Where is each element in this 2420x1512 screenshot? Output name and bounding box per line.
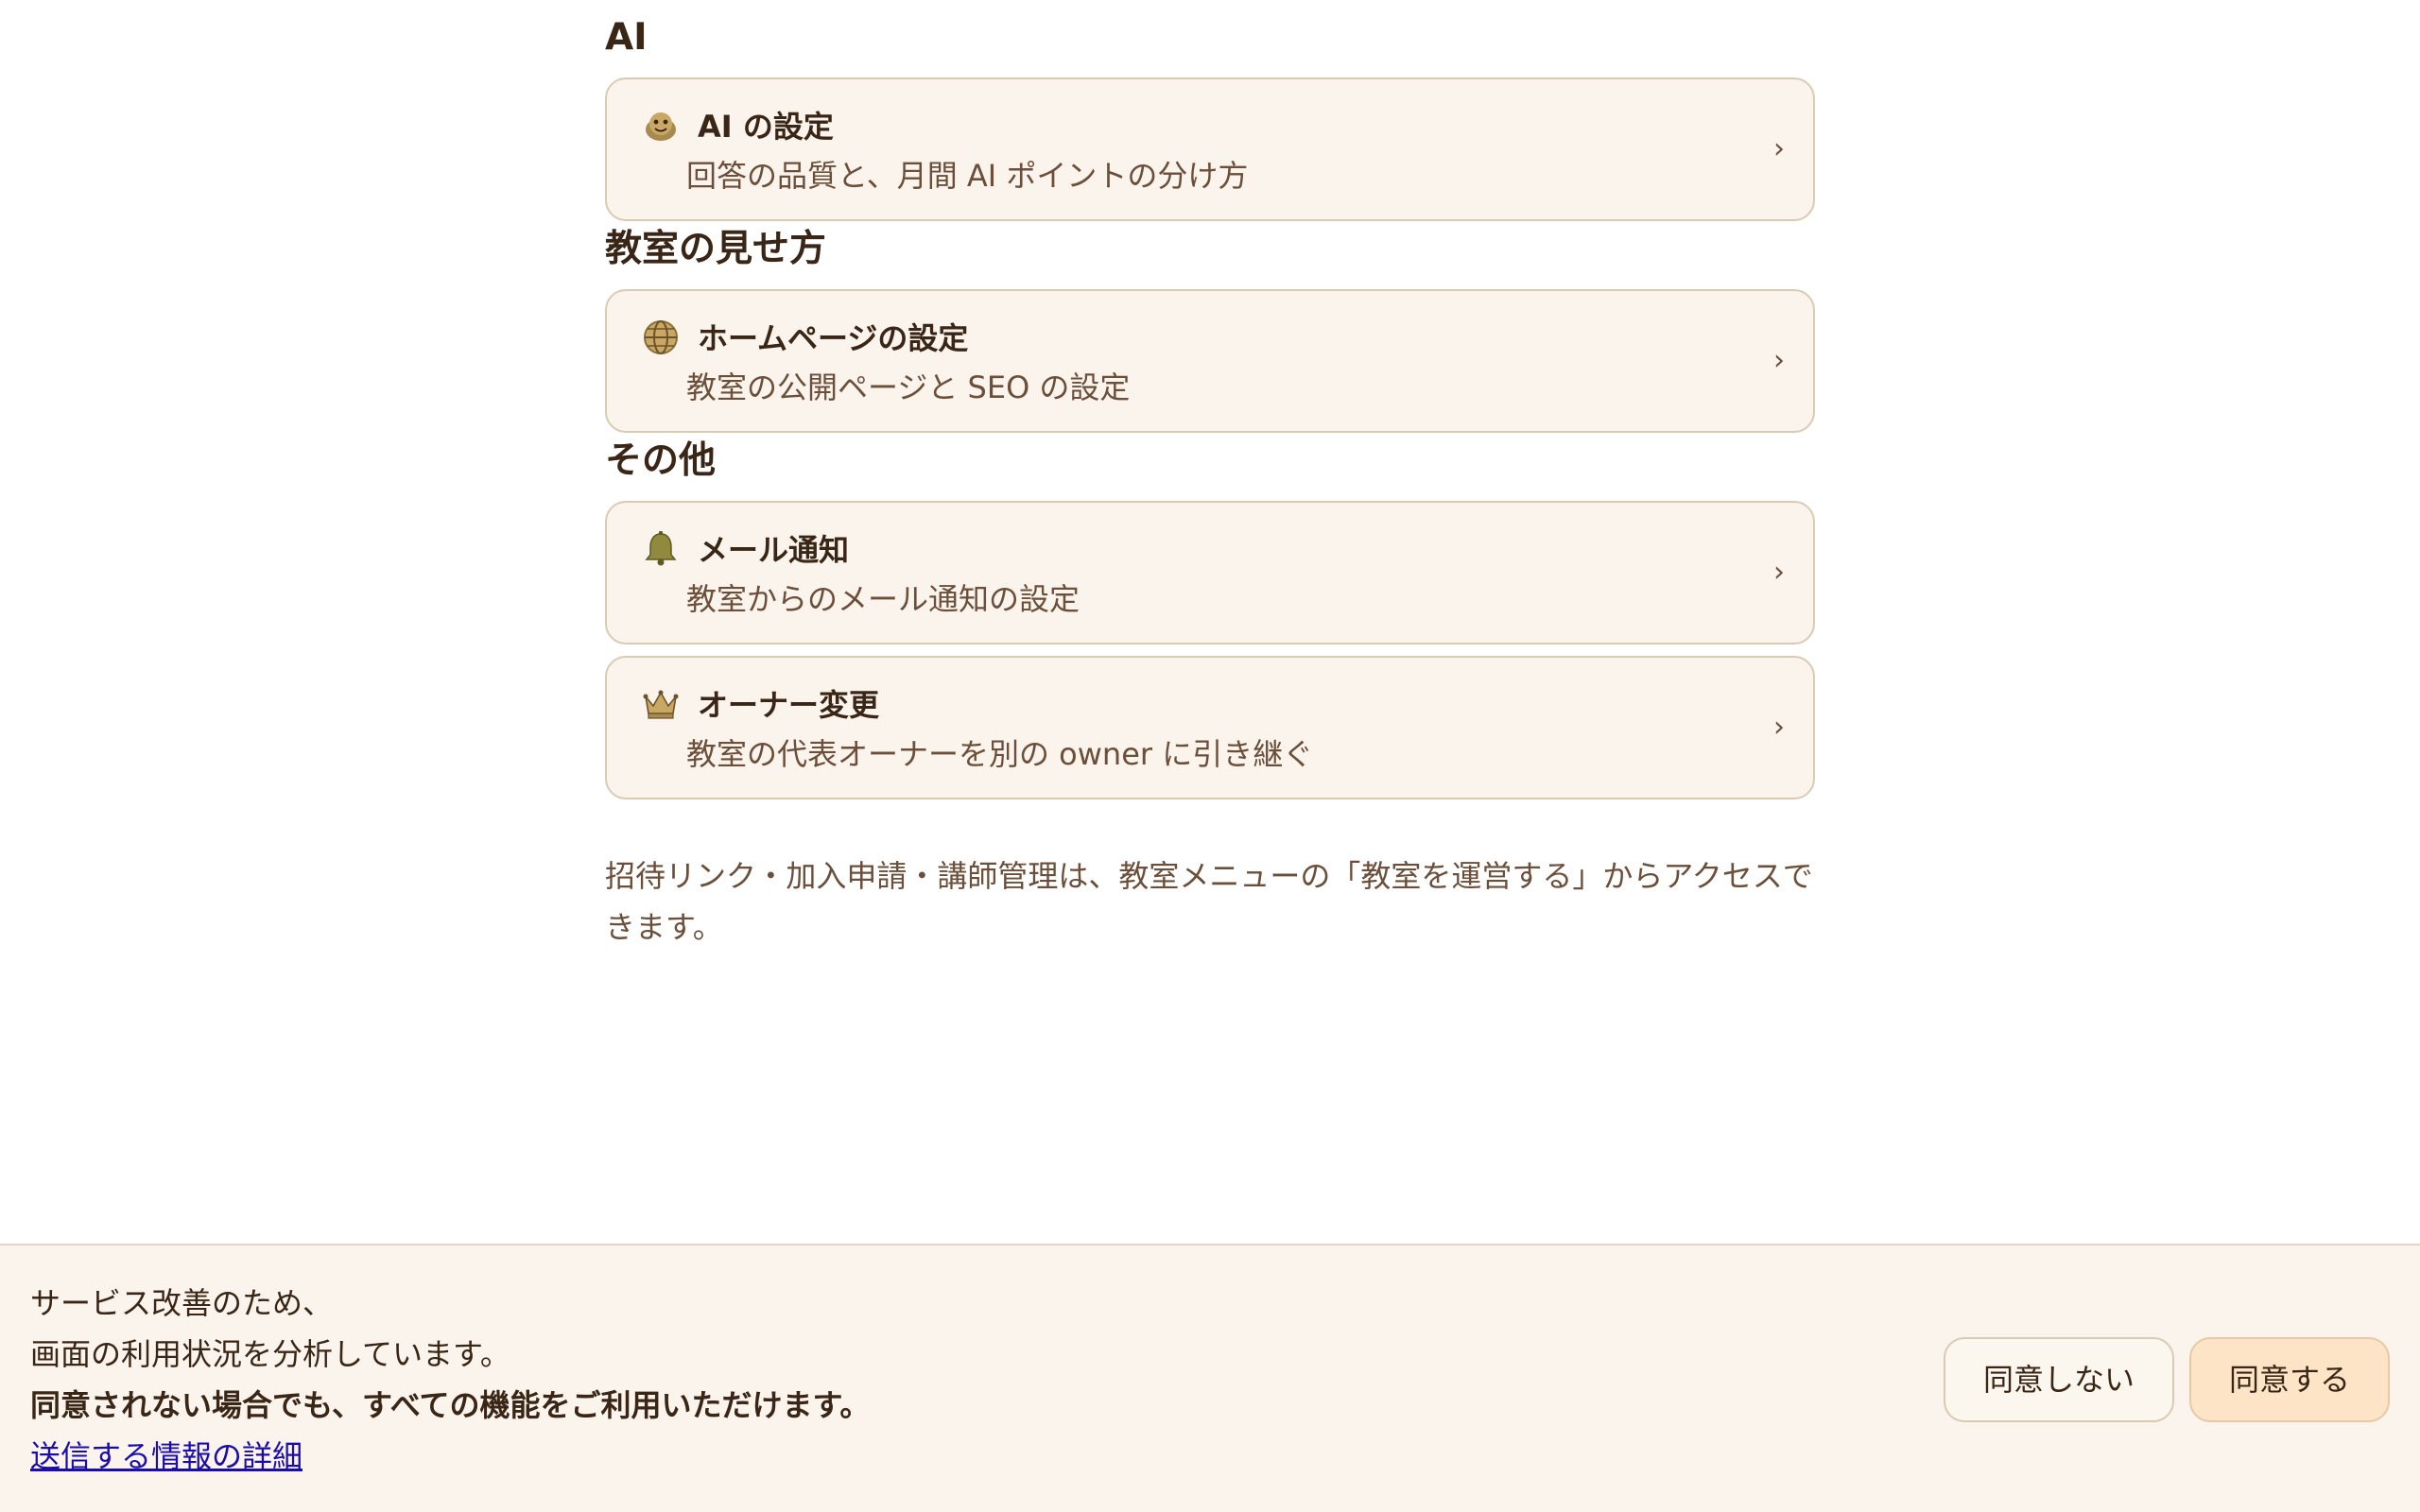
bell-icon (641, 529, 681, 569)
homepage-settings-description: 教室の公開ページと SEO の設定 (686, 369, 1131, 405)
homepage-settings-card[interactable]: ホームページの設定 教室の公開ページと SEO の設定 › (605, 289, 1815, 433)
owner-change-card[interactable]: オーナー変更 教室の代表オーナーを別の owner に引き継ぐ › (605, 656, 1815, 799)
analytics-consent-banner: サービス改善のため、 画面の利用状況を分析しています。 同意されない場合でも、す… (0, 1244, 2420, 1512)
consent-line-1: サービス改善のため、 (30, 1285, 334, 1321)
section-title-appearance: 教室の見せ方 (605, 228, 827, 270)
decline-button[interactable]: 同意しない (1944, 1337, 2174, 1422)
consent-text: サービス改善のため、 画面の利用状況を分析しています。 同意されない場合でも、す… (30, 1278, 870, 1482)
section-title-ai: AI (605, 16, 648, 59)
info-details-link[interactable]: 送信する情報の詳細 (30, 1438, 302, 1474)
email-notification-title: メール通知 (698, 532, 850, 568)
globe-icon (641, 318, 681, 357)
chevron-right-icon: › (1773, 556, 1785, 589)
consent-bold-line: 同意されない場合でも、すべての機能をご利用いただけます。 (30, 1387, 871, 1423)
ai-settings-card[interactable]: AI の設定 回答の品質と、月間 AI ポイントの分け方 › (605, 77, 1815, 221)
settings-page: AI AI の設定 回答の品質と、月間 AI ポイントの分け方 › 教室の見せ方 (0, 0, 2420, 1512)
section-title-other: その他 (605, 439, 717, 482)
ai-settings-title: AI の設定 (698, 109, 834, 145)
consent-line-2: 画面の利用状況を分析しています。 (30, 1336, 510, 1372)
admin-access-note: 招待リンク・加入申請・講師管理は、教室メニューの「教室を運営する」からアクセスで… (605, 850, 1815, 953)
note-line-1: 招待リンク・加入申請・講師管理は、教室メニューの「教室を運営する」からアクセスで (605, 858, 1813, 894)
settings-content: AI AI の設定 回答の品質と、月間 AI ポイントの分け方 › 教室の見せ方 (605, 0, 1815, 953)
owner-change-description: 教室の代表オーナーを別の owner に引き継ぐ (686, 736, 1314, 772)
turtle-icon (641, 106, 681, 146)
email-notification-card[interactable]: メール通知 教室からのメール通知の設定 › (605, 501, 1815, 644)
chevron-right-icon: › (1773, 711, 1785, 744)
email-notification-description: 教室からのメール通知の設定 (686, 581, 1080, 617)
note-line-2: きます。 (605, 909, 723, 945)
ai-settings-description: 回答の品質と、月間 AI ポイントの分け方 (686, 158, 1249, 194)
owner-change-title: オーナー変更 (698, 687, 880, 723)
homepage-settings-title: ホームページの設定 (698, 320, 969, 356)
chevron-right-icon: › (1773, 132, 1785, 165)
crown-icon (641, 684, 681, 724)
chevron-right-icon: › (1773, 344, 1785, 377)
accept-button[interactable]: 同意する (2189, 1337, 2390, 1422)
